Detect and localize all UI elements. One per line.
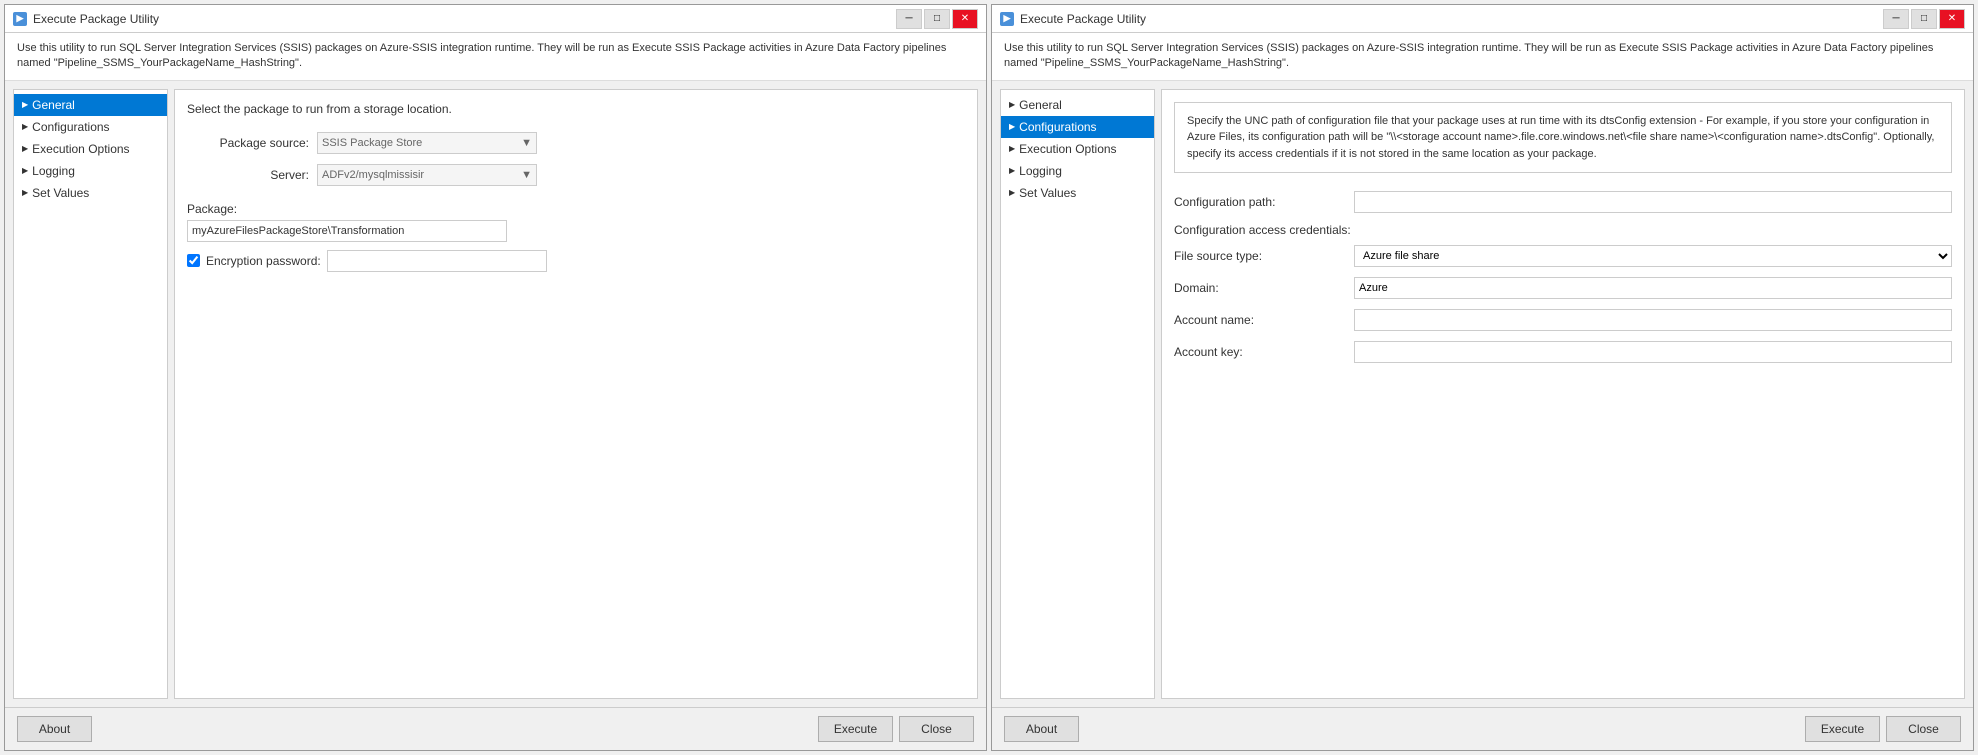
file-source-type-label: File source type: [1174, 249, 1354, 263]
minimize-button-1[interactable]: ─ [896, 9, 922, 29]
content-panel-2: Specify the UNC path of configuration fi… [1161, 89, 1965, 699]
close-window-button-2[interactable]: ✕ [1939, 9, 1965, 29]
domain-row: Domain: [1174, 277, 1952, 299]
nav-item-execution-options-1[interactable]: ▶ Execution Options [14, 138, 167, 160]
config-path-input[interactable] [1354, 191, 1952, 213]
title-bar-2: ▶ Execute Package Utility ─ □ ✕ [992, 5, 1973, 33]
nav-panel-1: ▶ General ▶ Configurations ▶ Execution O… [13, 89, 168, 699]
nav-item-set-values-1[interactable]: ▶ Set Values [14, 182, 167, 204]
app-icon-2: ▶ [1000, 12, 1014, 26]
title-buttons-1: ─ □ ✕ [896, 9, 978, 29]
server-control[interactable]: ADFv2/mysqlmissisir ▼ [317, 164, 537, 186]
nav-item-set-values-2[interactable]: ▶ Set Values [1001, 182, 1154, 204]
config-form: Configuration path: Configuration access… [1174, 183, 1952, 381]
encryption-label: Encryption password: [206, 254, 321, 268]
window-2: ▶ Execute Package Utility ─ □ ✕ Use this… [991, 4, 1974, 751]
window-title-1: Execute Package Utility [33, 12, 159, 26]
nav-arrow-1: ▶ [22, 100, 28, 109]
nav-arrow-e2: ▶ [1009, 144, 1015, 153]
app-icon-1: ▶ [13, 12, 27, 26]
server-row: Server: ADFv2/mysqlmissisir ▼ [187, 164, 965, 186]
nav-arrow-4: ▶ [22, 166, 28, 175]
title-bar-left-2: ▶ Execute Package Utility [1000, 12, 1146, 26]
minimize-button-2[interactable]: ─ [1883, 9, 1909, 29]
execute-button-1[interactable]: Execute [818, 716, 893, 742]
content-header-1: Select the package to run from a storage… [187, 102, 965, 116]
account-key-row: Account key: [1174, 341, 1952, 363]
domain-input[interactable] [1354, 277, 1952, 299]
nav-arrow-2: ▶ [22, 122, 28, 131]
nav-item-general-2[interactable]: ▶ General [1001, 94, 1154, 116]
footer-right-2: Execute Close [1805, 716, 1961, 742]
package-source-control[interactable]: SSIS Package Store ▼ [317, 132, 537, 154]
nav-item-execution-options-2[interactable]: ▶ Execution Options [1001, 138, 1154, 160]
nav-arrow-l2: ▶ [1009, 166, 1015, 175]
maximize-button-1[interactable]: □ [924, 9, 950, 29]
nav-item-logging-2[interactable]: ▶ Logging [1001, 160, 1154, 182]
config-path-row: Configuration path: [1174, 191, 1952, 213]
footer-bar-2: About Execute Close [992, 707, 1973, 750]
about-button-1[interactable]: About [17, 716, 92, 742]
file-source-type-select[interactable]: Azure file share File share FTP HTTP SFT… [1354, 245, 1952, 267]
nav-item-configurations-1[interactable]: ▶ Configurations [14, 116, 167, 138]
nav-arrow-c2: ▶ [1009, 122, 1015, 131]
encryption-password-input[interactable] [327, 250, 547, 272]
account-name-label: Account name: [1174, 313, 1354, 327]
description-bar-1: Use this utility to run SQL Server Integ… [5, 33, 986, 81]
nav-panel-2: ▶ General ▶ Configurations ▶ Execution O… [1000, 89, 1155, 699]
footer-bar-1: About Execute Close [5, 707, 986, 750]
package-label: Package: [187, 202, 965, 216]
config-path-label: Configuration path: [1174, 195, 1354, 209]
encryption-checkbox[interactable] [187, 254, 200, 267]
maximize-button-2[interactable]: □ [1911, 9, 1937, 29]
dropdown-arrow-icon-server: ▼ [521, 169, 532, 181]
config-description: Specify the UNC path of configuration fi… [1174, 102, 1952, 174]
credentials-section: Configuration access credentials: File s… [1174, 223, 1952, 363]
dropdown-arrow-icon: ▼ [521, 137, 532, 149]
window-title-2: Execute Package Utility [1020, 12, 1146, 26]
window-body-1: ▶ General ▶ Configurations ▶ Execution O… [5, 81, 986, 707]
nav-arrow-3: ▶ [22, 144, 28, 153]
title-bar-left-1: ▶ Execute Package Utility [13, 12, 159, 26]
nav-arrow-5: ▶ [22, 188, 28, 197]
description-bar-2: Use this utility to run SQL Server Integ… [992, 33, 1973, 81]
nav-arrow-g2: ▶ [1009, 100, 1015, 109]
nav-item-logging-1[interactable]: ▶ Logging [14, 160, 167, 182]
account-key-label: Account key: [1174, 345, 1354, 359]
file-source-type-row: File source type: Azure file share File … [1174, 245, 1952, 267]
server-label: Server: [187, 168, 317, 182]
nav-item-general-1[interactable]: ▶ General [14, 94, 167, 116]
title-bar-1: ▶ Execute Package Utility ─ □ ✕ [5, 5, 986, 33]
account-name-input[interactable] [1354, 309, 1952, 331]
domain-label: Domain: [1174, 281, 1354, 295]
nav-item-configurations-2[interactable]: ▶ Configurations [1001, 116, 1154, 138]
close-button-2[interactable]: Close [1886, 716, 1961, 742]
package-source-row: Package source: SSIS Package Store ▼ [187, 132, 965, 154]
credentials-title: Configuration access credentials: [1174, 223, 1952, 237]
package-source-label: Package source: [187, 136, 317, 150]
encryption-row: Encryption password: [187, 250, 965, 272]
account-name-row: Account name: [1174, 309, 1952, 331]
package-input[interactable] [187, 220, 507, 242]
execute-button-2[interactable]: Execute [1805, 716, 1880, 742]
close-button-1[interactable]: Close [899, 716, 974, 742]
account-key-input[interactable] [1354, 341, 1952, 363]
content-panel-1: Select the package to run from a storage… [174, 89, 978, 699]
package-section: Package: [187, 202, 965, 242]
window-body-2: ▶ General ▶ Configurations ▶ Execution O… [992, 81, 1973, 707]
title-buttons-2: ─ □ ✕ [1883, 9, 1965, 29]
about-button-2[interactable]: About [1004, 716, 1079, 742]
close-window-button-1[interactable]: ✕ [952, 9, 978, 29]
nav-arrow-s2: ▶ [1009, 188, 1015, 197]
window-1: ▶ Execute Package Utility ─ □ ✕ Use this… [4, 4, 987, 751]
footer-right-1: Execute Close [818, 716, 974, 742]
